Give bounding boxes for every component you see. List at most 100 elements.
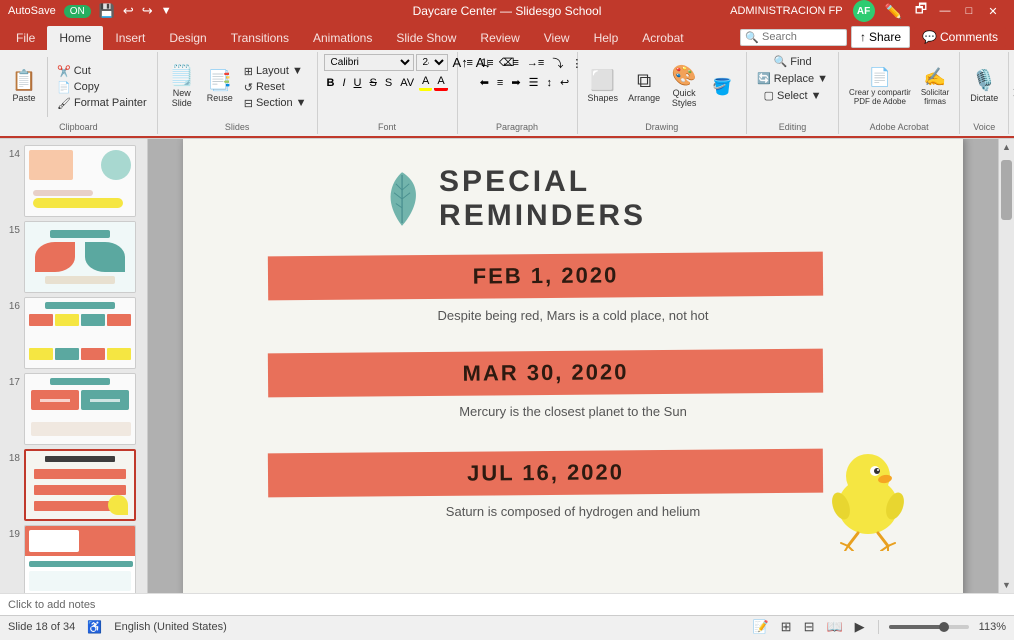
- scroll-down-btn[interactable]: ▼: [999, 577, 1014, 593]
- vertical-scrollbar[interactable]: ▲ ▼: [998, 139, 1014, 593]
- font-color-bg-btn[interactable]: A: [419, 74, 432, 91]
- reading-view-btn[interactable]: 📖: [823, 618, 845, 636]
- slide-thumb-16[interactable]: 16: [0, 295, 147, 371]
- shadow-btn[interactable]: S: [382, 76, 395, 90]
- cut-button[interactable]: ✂️ Cut: [53, 64, 151, 79]
- tab-acrobat[interactable]: Acrobat: [630, 26, 695, 50]
- layout-button[interactable]: ⊞ Layout ▼: [240, 64, 311, 79]
- undo-icon[interactable]: ↩: [123, 3, 134, 19]
- slide-thumb-19[interactable]: 19: [0, 523, 147, 593]
- arrange-button[interactable]: ⧉ Arrange: [624, 69, 664, 105]
- numbered-btn[interactable]: 1≡: [478, 56, 497, 70]
- clipboard-label: Clipboard: [6, 120, 151, 132]
- new-slide-button[interactable]: 🗒️ NewSlide: [164, 64, 200, 110]
- search-box[interactable]: 🔍: [740, 29, 847, 46]
- create-pdf-button[interactable]: 📄 Crear y compartirPDF de Adobe: [845, 66, 915, 108]
- quick-styles-button[interactable]: 🎨 QuickStyles: [666, 64, 702, 110]
- section-button[interactable]: ⊟ Section ▼: [240, 96, 311, 111]
- maximize-btn[interactable]: □: [960, 4, 978, 18]
- editing-label: Editing: [753, 120, 832, 132]
- request-signatures-button[interactable]: ✍️ Solicitarfirmas: [917, 66, 953, 108]
- title-bar: AutoSave ON 💾 ↩ ↪ ▼ Daycare Center — Sli…: [0, 0, 1014, 22]
- font-size-select[interactable]: 24: [416, 54, 448, 71]
- group-paragraph: ≡ 1≡ ←≡ →≡ ⤵ ⋮ ⬅ ≡ ➡ ☰ ↕ ↩ Paragraph: [458, 52, 578, 134]
- notes-icon[interactable]: 📝: [749, 618, 771, 636]
- find-icon: 🔍: [774, 55, 788, 68]
- redo-icon[interactable]: ↪: [142, 3, 153, 19]
- language[interactable]: English (United States): [114, 621, 227, 633]
- zoom-level[interactable]: 113%: [979, 621, 1006, 633]
- slide-thumb-18[interactable]: 18: [0, 447, 147, 523]
- group-slides: 🗒️ NewSlide 📑 Reuse ⊞ Layout ▼ ↺ Reset: [158, 52, 318, 134]
- status-divider: [878, 620, 879, 634]
- font-color-btn[interactable]: A: [434, 74, 447, 91]
- restore-icon[interactable]: 🗗: [912, 4, 930, 18]
- tab-file[interactable]: File: [4, 26, 47, 50]
- replace-button[interactable]: 🔄 Replace ▼: [753, 71, 832, 86]
- comments-button[interactable]: 💬 Comments: [914, 27, 1006, 47]
- tab-view[interactable]: View: [532, 26, 582, 50]
- format-painter-button[interactable]: 🖌 Format Painter: [53, 96, 151, 111]
- decrease-indent-btn[interactable]: ←≡: [499, 56, 522, 70]
- share-button[interactable]: ↑ Share: [851, 26, 910, 48]
- dictate-button[interactable]: 🎙️ Dictate: [966, 69, 1002, 105]
- pen-icon[interactable]: ✏️: [885, 3, 902, 20]
- paste-button[interactable]: 📋 Paste: [6, 69, 42, 105]
- smartart-btn[interactable]: ⤵: [549, 54, 566, 72]
- scroll-up-btn[interactable]: ▲: [999, 139, 1014, 155]
- font-family-select[interactable]: Calibri: [324, 54, 414, 71]
- slide-thumb-14[interactable]: 14: [0, 143, 147, 219]
- tab-design[interactable]: Design: [157, 26, 218, 50]
- layout-icon: ⊞: [244, 65, 253, 78]
- zoom-thumb[interactable]: [939, 622, 949, 632]
- format-painter-icon: 🖌: [57, 97, 71, 110]
- tab-animations[interactable]: Animations: [301, 26, 384, 50]
- tab-transitions[interactable]: Transitions: [219, 26, 301, 50]
- scroll-thumb[interactable]: [1001, 160, 1012, 220]
- slide-sorter-btn[interactable]: ⊟: [801, 618, 818, 636]
- autosave-toggle[interactable]: ON: [64, 5, 91, 18]
- thumb-img-15: [24, 221, 136, 293]
- align-right-btn[interactable]: ➡: [508, 75, 523, 90]
- tab-home[interactable]: Home: [47, 26, 103, 50]
- accessibility-icon[interactable]: ♿: [87, 620, 102, 634]
- shape-fill-button[interactable]: 🪣: [704, 75, 740, 99]
- notes-bar[interactable]: Click to add notes: [0, 593, 1014, 615]
- bold-btn[interactable]: B: [324, 76, 338, 90]
- slide-thumb-17[interactable]: 17: [0, 371, 147, 447]
- bullets-btn[interactable]: ≡: [464, 56, 476, 70]
- increase-indent-btn[interactable]: →≡: [524, 56, 547, 70]
- canvas-area: SPECIAL REMINDERS FEB 1, 2020 Despite be…: [148, 139, 998, 593]
- select-button[interactable]: ▢ Select ▼: [760, 88, 826, 103]
- reuse-button[interactable]: 📑 Reuse: [202, 69, 238, 105]
- strikethrough-btn[interactable]: S: [367, 76, 380, 90]
- tab-review[interactable]: Review: [468, 26, 531, 50]
- find-button[interactable]: 🔍 Find: [770, 54, 816, 69]
- char-spacing-btn[interactable]: AV: [397, 76, 417, 90]
- copy-button[interactable]: 📄 Copy: [53, 80, 151, 95]
- align-center-btn[interactable]: ≡: [494, 76, 506, 90]
- tab-insert[interactable]: Insert: [103, 26, 157, 50]
- reset-button[interactable]: ↺ Reset: [240, 80, 311, 95]
- normal-view-btn[interactable]: ⊞: [778, 618, 795, 636]
- zoom-slider[interactable]: [889, 625, 969, 629]
- minimize-btn[interactable]: —: [936, 4, 954, 18]
- align-left-btn[interactable]: ⬅: [477, 75, 492, 90]
- text-direction-btn[interactable]: ↩: [557, 75, 572, 90]
- tab-help[interactable]: Help: [582, 26, 631, 50]
- slide-thumb-15[interactable]: 15: [0, 219, 147, 295]
- share-icon: ↑: [860, 30, 866, 44]
- tab-slideshow[interactable]: Slide Show: [384, 26, 468, 50]
- ribbon-scroll-right[interactable]: ▲ ▼: [1009, 52, 1014, 134]
- line-spacing-btn[interactable]: ↕: [543, 76, 555, 90]
- save-icon[interactable]: 💾: [99, 3, 115, 19]
- underline-btn[interactable]: U: [351, 76, 365, 90]
- slideshow-btn[interactable]: ▶: [852, 618, 868, 636]
- scroll-track[interactable]: [999, 155, 1014, 577]
- shapes-button[interactable]: ⬜ Shapes: [584, 69, 623, 105]
- search-input[interactable]: [762, 31, 842, 43]
- close-btn[interactable]: ✕: [984, 4, 1002, 18]
- align-justify-btn[interactable]: ☰: [526, 75, 542, 90]
- customize-icon[interactable]: ▼: [161, 5, 172, 17]
- italic-btn[interactable]: I: [339, 76, 348, 90]
